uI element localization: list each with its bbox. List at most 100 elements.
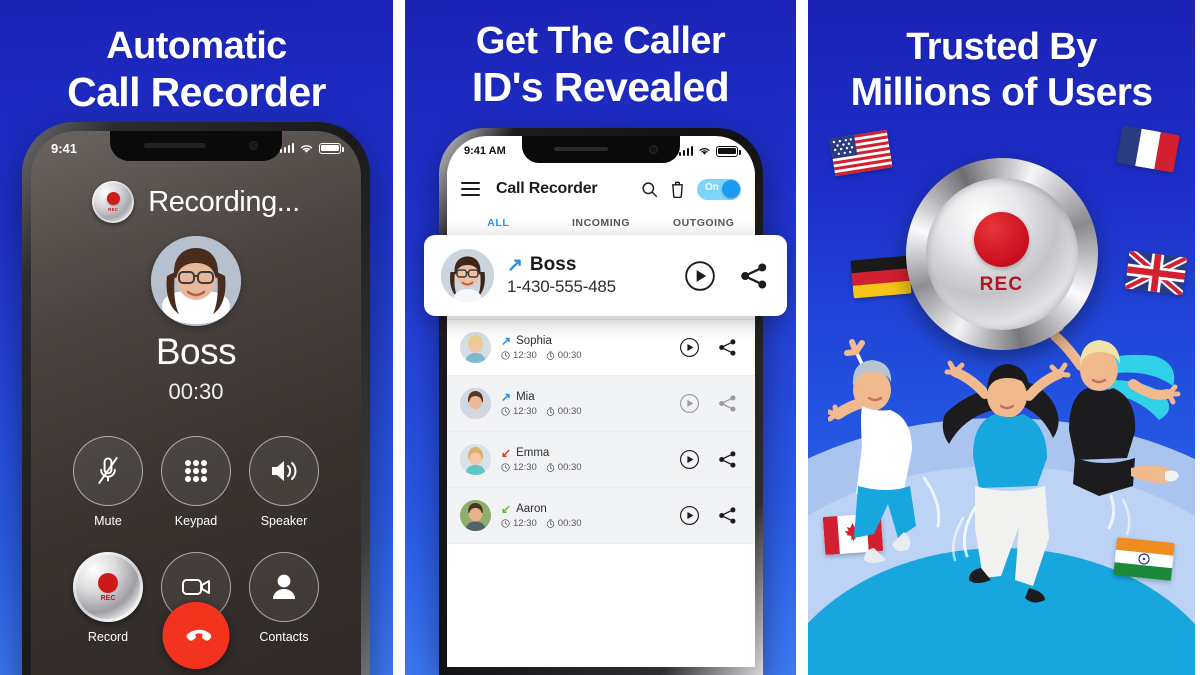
avatar xyxy=(441,249,494,302)
search-icon[interactable] xyxy=(641,181,658,198)
share-icon[interactable] xyxy=(717,505,738,526)
iphone-call-screen-mockup: 9:41 REC Recording... Boss 00:30 Mute Ke… xyxy=(22,122,370,675)
avatar xyxy=(460,500,491,531)
call-screen: 9:41 REC Recording... Boss 00:30 Mute Ke… xyxy=(31,131,361,675)
status-bar-indicators xyxy=(279,142,344,154)
call-duration: 00:30 xyxy=(546,350,582,361)
row-actions xyxy=(679,393,738,414)
avatar xyxy=(460,332,491,363)
panel-caller-ids-revealed: Get The Caller ID's Revealed 9:41 AM Cal… xyxy=(405,0,796,675)
app-store-screenshot-set: Automatic Call Recorder 9:41 REC Recordi… xyxy=(0,0,1200,675)
highlighted-call-card[interactable]: ↗ Boss 1-430-555-485 xyxy=(424,235,787,316)
person-jumping-right xyxy=(1041,321,1181,536)
clock-icon xyxy=(501,462,510,472)
person-icon xyxy=(249,552,319,622)
call-name-row: ↗ Mia xyxy=(501,391,669,403)
call-time: 12:30 xyxy=(501,462,537,473)
panel-divider xyxy=(393,0,405,675)
speaker-label: Speaker xyxy=(260,514,308,528)
record-button[interactable]: REC Record xyxy=(64,552,152,644)
play-circle-icon[interactable] xyxy=(679,449,700,470)
call-duration: 00:30 xyxy=(546,518,582,529)
rec-button-label: REC xyxy=(979,274,1024,295)
panel-divider xyxy=(796,0,808,675)
clock-icon xyxy=(501,518,510,528)
contacts-button[interactable]: Contacts xyxy=(240,552,328,644)
speaker-button[interactable]: Speaker xyxy=(240,436,328,528)
rec-button-graphic[interactable]: REC xyxy=(905,158,1098,350)
highlighted-call-info: ↗ Boss 1-430-555-485 xyxy=(507,254,671,297)
clock-icon xyxy=(501,350,510,360)
row-actions xyxy=(679,449,738,470)
call-info: ↙ Aaron 12:30 00:30 xyxy=(501,503,669,529)
status-bar-indicators xyxy=(678,145,741,157)
share-icon[interactable] xyxy=(717,449,738,470)
call-meta: 12:30 00:30 xyxy=(501,518,669,529)
call-recorder-app-screen: 9:41 AM Call Recorder On ALL INCOMING OU… xyxy=(447,136,755,667)
table-row[interactable]: ↗ Mia 12:30 00:30 xyxy=(447,376,755,432)
contact-phone-number: 1-430-555-485 xyxy=(507,277,616,296)
app-title: Call Recorder xyxy=(496,180,598,197)
panel3-headline-line1: Trusted By xyxy=(906,26,1097,68)
play-circle-icon[interactable] xyxy=(679,337,700,358)
record-badge-label: REC xyxy=(100,594,116,602)
end-call-button[interactable] xyxy=(162,602,230,669)
contact-name: Boss xyxy=(529,254,577,275)
outgoing-call-arrow-icon: ↗ xyxy=(501,333,512,348)
avatar xyxy=(460,388,491,419)
call-duration: 00:30 xyxy=(546,406,582,417)
call-list[interactable]: ↙ Olivia 12:30 00:30 xyxy=(447,264,755,667)
panel3-headline-line2: Millions of Users xyxy=(850,71,1153,114)
call-meta: 12:30 00:30 xyxy=(501,462,669,473)
panel2-headline-line2: ID's Revealed xyxy=(471,64,730,110)
contact-name: Sophia xyxy=(516,334,552,347)
record-dot-icon xyxy=(106,192,120,206)
cellular-bars-icon xyxy=(279,143,294,153)
recording-toggle[interactable]: On xyxy=(697,178,741,200)
panel1-headline-line2: Call Recorder xyxy=(67,69,326,115)
contacts-label: Contacts xyxy=(259,630,309,644)
avatar xyxy=(460,444,491,475)
row-actions xyxy=(679,337,738,358)
highlighted-call-name-row: ↗ Boss xyxy=(507,254,671,276)
hamburger-menu-icon[interactable] xyxy=(461,181,480,197)
trash-icon[interactable] xyxy=(670,181,685,198)
call-duration: 00:30 xyxy=(546,462,582,473)
call-meta: 12:30 00:30 xyxy=(501,406,669,417)
share-icon[interactable] xyxy=(717,337,738,358)
call-info: ↗ Sophia 12:30 00:30 xyxy=(501,335,669,361)
share-icon[interactable] xyxy=(717,393,738,414)
stopwatch-icon xyxy=(546,350,555,360)
play-circle-icon[interactable] xyxy=(679,393,700,414)
flag-us-icon xyxy=(829,129,893,177)
outgoing-call-arrow-icon: ↗ xyxy=(501,389,512,404)
panel2-headline: Get The Caller ID's Revealed xyxy=(405,22,796,108)
table-row[interactable]: ↙ Aaron 12:30 00:30 xyxy=(447,488,755,544)
table-row[interactable]: ↗ Sophia 12:30 00:30 xyxy=(447,320,755,376)
keypad-button[interactable]: Keypad xyxy=(152,436,240,528)
share-icon[interactable] xyxy=(738,260,770,292)
table-row[interactable]: ↙ Emma 12:30 00:30 xyxy=(447,432,755,488)
highlighted-row-actions xyxy=(684,260,770,292)
play-circle-icon[interactable] xyxy=(679,505,700,526)
cellular-bars-icon xyxy=(678,146,693,156)
panel2-headline-line1: Get The Caller xyxy=(475,20,726,62)
record-button-icon: REC xyxy=(92,181,135,223)
play-circle-icon[interactable] xyxy=(684,260,716,292)
recording-indicator: REC Recording... xyxy=(31,181,361,223)
call-time: 12:30 xyxy=(501,518,537,529)
panel-trusted-by-millions: Trusted By Millions of Users REC xyxy=(808,0,1195,675)
keypad-label: Keypad xyxy=(174,514,218,528)
toggle-label: On xyxy=(705,182,719,193)
status-bar-time: 9:41 xyxy=(51,140,78,156)
status-bar: 9:41 AM xyxy=(447,142,755,160)
toggle-knob xyxy=(721,180,740,198)
status-bar: 9:41 xyxy=(31,138,361,158)
speaker-icon xyxy=(249,436,319,506)
rec-button-face: REC xyxy=(925,178,1078,330)
flag-france-icon xyxy=(1116,125,1180,173)
mute-button[interactable]: Mute xyxy=(64,436,152,528)
call-name-row: ↙ Emma xyxy=(501,447,669,459)
stopwatch-icon xyxy=(546,462,555,472)
call-time: 12:30 xyxy=(501,406,537,417)
